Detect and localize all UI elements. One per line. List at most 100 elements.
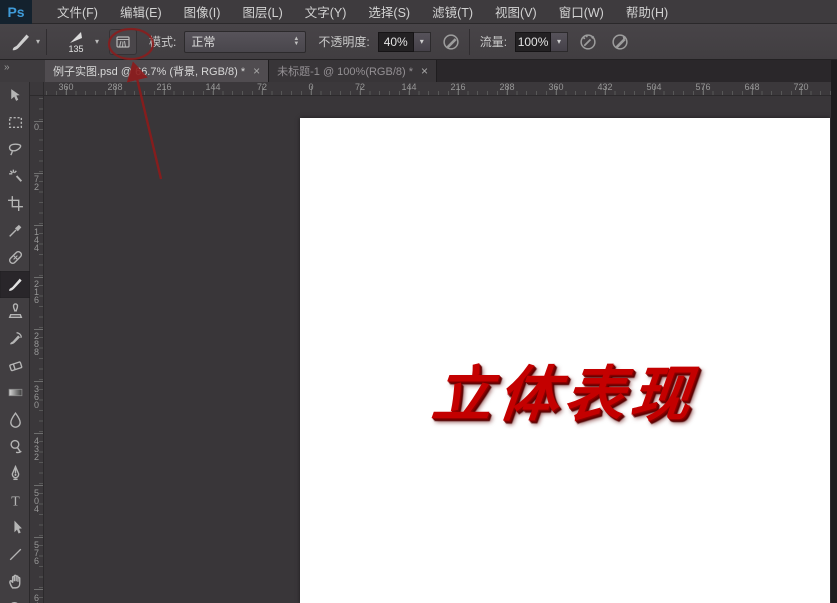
- flow-caret-button[interactable]: ▾: [551, 32, 568, 52]
- menu-item-0[interactable]: 文件(F): [46, 0, 109, 24]
- menu-item-8[interactable]: 窗口(W): [548, 0, 615, 24]
- opacity-input[interactable]: 40%: [378, 32, 414, 52]
- tool-marquee[interactable]: [0, 109, 30, 136]
- canvas-workspace[interactable]: 立体表现: [44, 96, 837, 603]
- menu-item-3[interactable]: 图层(L): [231, 0, 293, 24]
- brush-icon: [7, 276, 24, 293]
- ruler-v-label: 576: [30, 541, 43, 565]
- current-tool-brush-icon[interactable]: [8, 29, 34, 55]
- toolbar-collapse-button[interactable]: »: [4, 62, 10, 73]
- ruler-h-label: 432: [592, 82, 618, 92]
- menu-items: 文件(F)编辑(E)图像(I)图层(L)文字(Y)选择(S)滤镜(T)视图(V)…: [46, 0, 679, 24]
- dodge-icon: [7, 438, 24, 455]
- ruler-h-label: 216: [151, 82, 177, 92]
- eyedropper-icon: [7, 222, 24, 239]
- ruler-v-label: 216: [30, 280, 43, 304]
- tool-blur[interactable]: [0, 406, 30, 433]
- document-tab-active[interactable]: 例子实图.psd @ 66.7% (背景, RGB/8) * ×: [45, 60, 269, 82]
- brush-size-value: 135: [69, 45, 84, 53]
- ruler-h-label: 288: [494, 82, 520, 92]
- flow-label: 流量:: [480, 33, 507, 50]
- tool-history-brush[interactable]: [0, 325, 30, 352]
- options-bar: ▾ 135 ▾ 模式: 正常 ▲▼ 不透明度: 40% ▾ 流量:: [0, 24, 837, 60]
- brush-preset-caret-icon[interactable]: ▾: [95, 37, 99, 46]
- tool-clone-stamp[interactable]: [0, 298, 30, 325]
- ruler-v-label: 648: [30, 594, 43, 603]
- tool-line[interactable]: [0, 541, 30, 568]
- ruler-v-label: 360: [30, 385, 43, 409]
- flow-input[interactable]: 100%: [515, 32, 551, 52]
- pressure-opacity-button[interactable]: [439, 30, 463, 54]
- tool-pen[interactable]: [0, 460, 30, 487]
- move-icon: [7, 87, 24, 104]
- tool-gradient[interactable]: [0, 379, 30, 406]
- type-icon: T: [7, 492, 24, 509]
- close-tab-icon[interactable]: ×: [421, 66, 428, 76]
- tool-eyedropper[interactable]: [0, 217, 30, 244]
- airbrush-button[interactable]: [576, 30, 600, 54]
- tool-preset-caret-icon[interactable]: ▾: [36, 37, 40, 46]
- ruler-h-label: 648: [739, 82, 765, 92]
- menu-item-4[interactable]: 文字(Y): [294, 0, 358, 24]
- pen-icon: [7, 465, 24, 482]
- pressure-size-button[interactable]: [608, 30, 632, 54]
- ruler-h-label: 72: [347, 82, 373, 92]
- ruler-origin-corner[interactable]: [30, 82, 44, 96]
- tool-hand[interactable]: [0, 568, 30, 595]
- tool-move[interactable]: [0, 82, 30, 109]
- menu-item-2[interactable]: 图像(I): [173, 0, 232, 24]
- separator: [469, 29, 470, 55]
- ruler-h-label: 144: [200, 82, 226, 92]
- ruler-h-label: 72: [249, 82, 275, 92]
- panel-edge: [831, 60, 837, 603]
- updown-arrows-icon: ▲▼: [293, 37, 299, 47]
- photoshop-logo: Ps: [0, 0, 32, 24]
- horizontal-ruler[interactable]: 3602882161447207214421628836043250457664…: [44, 82, 837, 96]
- ruler-h-label: 360: [543, 82, 569, 92]
- tool-lasso[interactable]: [0, 136, 30, 163]
- blend-mode-select[interactable]: 正常 ▲▼: [184, 31, 306, 53]
- svg-text:T: T: [11, 493, 20, 508]
- photoshop-window: Ps 文件(F)编辑(E)图像(I)图层(L)文字(Y)选择(S)滤镜(T)视图…: [0, 0, 837, 603]
- menu-item-5[interactable]: 选择(S): [357, 0, 421, 24]
- tool-magic-wand[interactable]: [0, 163, 30, 190]
- ruler-v-label: 0: [30, 123, 43, 131]
- menu-item-6[interactable]: 滤镜(T): [421, 0, 484, 24]
- tool-brush[interactable]: [0, 271, 30, 298]
- marquee-icon: [7, 114, 24, 131]
- ruler-v-label: 144: [30, 228, 43, 252]
- ruler-h-label: 288: [102, 82, 128, 92]
- clone-stamp-icon: [7, 303, 24, 320]
- menu-item-7[interactable]: 视图(V): [484, 0, 548, 24]
- blur-icon: [7, 411, 24, 428]
- close-tab-icon[interactable]: ×: [253, 66, 260, 76]
- brush-panel-icon: [115, 34, 131, 50]
- brush-panel-toggle-button[interactable]: [109, 29, 137, 55]
- opacity-caret-button[interactable]: ▾: [414, 32, 431, 52]
- ruler-h-label: 0: [298, 82, 324, 92]
- tool-dodge[interactable]: [0, 433, 30, 460]
- tool-crop[interactable]: [0, 190, 30, 217]
- healing-brush-icon: [7, 249, 24, 266]
- ruler-h-label: 144: [396, 82, 422, 92]
- ruler-v-label: 504: [30, 489, 43, 513]
- ruler-h-label: 576: [690, 82, 716, 92]
- gradient-icon: [7, 384, 24, 401]
- ruler-h-label: 720: [788, 82, 814, 92]
- mode-label: 模式:: [149, 33, 176, 50]
- magic-wand-icon: [7, 168, 24, 185]
- menu-item-1[interactable]: 编辑(E): [109, 0, 173, 24]
- hand-icon: [7, 573, 24, 590]
- vertical-ruler[interactable]: 072144216288360432504576648: [30, 96, 44, 603]
- brush-preset-picker[interactable]: 135: [59, 27, 93, 57]
- document-canvas[interactable]: 立体表现: [300, 118, 830, 603]
- tool-healing-brush[interactable]: [0, 244, 30, 271]
- tool-eraser[interactable]: [0, 352, 30, 379]
- document-tab-inactive[interactable]: 未标题-1 @ 100%(RGB/8) * ×: [269, 60, 437, 82]
- eraser-icon: [7, 357, 24, 374]
- menu-item-9[interactable]: 帮助(H): [615, 0, 679, 24]
- tool-path-selection[interactable]: [0, 514, 30, 541]
- document-tab-title: 例子实图.psd @ 66.7% (背景, RGB/8) *: [53, 63, 245, 79]
- tool-type[interactable]: T: [0, 487, 30, 514]
- tool-zoom[interactable]: [0, 595, 30, 603]
